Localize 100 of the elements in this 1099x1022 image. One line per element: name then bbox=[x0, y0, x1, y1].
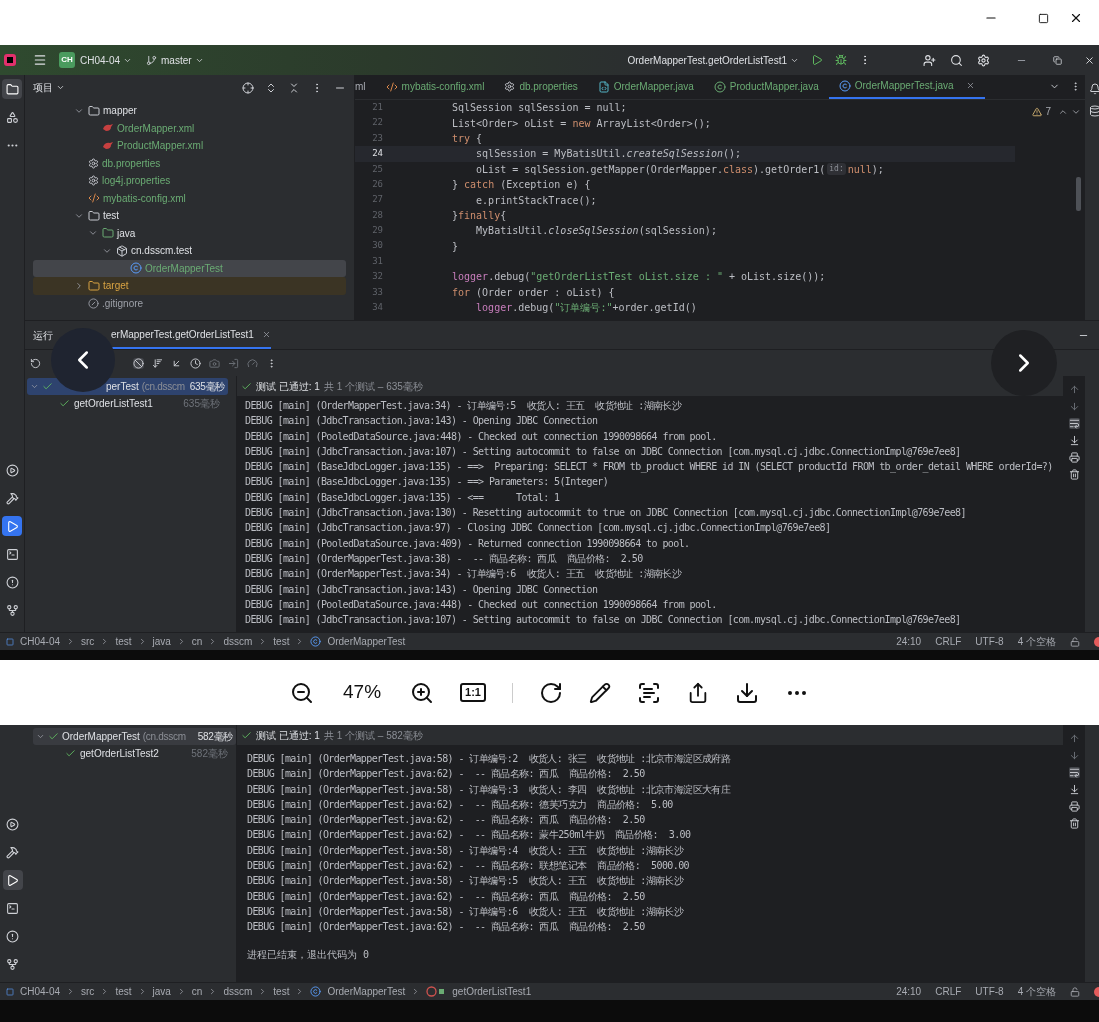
tree-item[interactable]: .gitignore bbox=[33, 294, 346, 312]
warning-icon[interactable] bbox=[1032, 106, 1043, 117]
wrap-icon[interactable] bbox=[1068, 767, 1080, 778]
breadcrumb-link[interactable]: CH04-04 bbox=[20, 634, 61, 649]
test-tree-item[interactable]: OrderMapperTest (cn.dsscm 582毫秒 bbox=[33, 728, 236, 745]
run-icon[interactable] bbox=[2, 516, 22, 536]
scroll-end-icon[interactable] bbox=[1068, 435, 1080, 446]
tree-item[interactable]: log4j.properties bbox=[33, 172, 346, 190]
close-icon[interactable] bbox=[1084, 54, 1095, 66]
wrap-icon[interactable] bbox=[1068, 418, 1080, 429]
chevron-icon[interactable] bbox=[36, 732, 45, 741]
arrow-up-icon[interactable] bbox=[1068, 733, 1080, 744]
scrollbar-thumb[interactable] bbox=[1076, 177, 1081, 211]
lock-icon[interactable] bbox=[1070, 636, 1080, 647]
breadcrumb-link[interactable]: OrderMapperTest bbox=[327, 984, 406, 999]
editor-tab[interactable]: mybatis-config.xml bbox=[375, 75, 495, 99]
breadcrumb-link[interactable]: test bbox=[273, 984, 290, 999]
status-item[interactable]: UTF-8 bbox=[975, 984, 1004, 999]
restore-icon[interactable] bbox=[1053, 55, 1062, 65]
tree-item[interactable]: test bbox=[33, 207, 346, 225]
actual-size-button[interactable]: 1:1 bbox=[460, 683, 486, 702]
settings-icon[interactable] bbox=[977, 53, 990, 67]
lock-icon[interactable] bbox=[1070, 986, 1080, 997]
zoom-in-icon[interactable] bbox=[410, 680, 435, 705]
tree-item[interactable]: db.properties bbox=[33, 154, 346, 172]
run-icon[interactable] bbox=[2, 870, 23, 890]
tree-item[interactable]: ProductMapper.xml bbox=[33, 137, 346, 155]
expand-icon[interactable] bbox=[265, 81, 277, 94]
breadcrumb-link[interactable]: dsscm bbox=[223, 984, 253, 999]
breadcrumb-link[interactable]: CH04-04 bbox=[20, 984, 61, 999]
editor-tab[interactable]: OrderMapper.java bbox=[587, 75, 704, 99]
project-selector[interactable]: CH04-04 bbox=[80, 52, 121, 68]
export-icon[interactable] bbox=[228, 357, 239, 369]
text-scan-icon[interactable] bbox=[636, 680, 661, 705]
status-item[interactable]: 24:10 bbox=[896, 984, 922, 999]
breadcrumb-link[interactable]: src bbox=[81, 634, 95, 649]
editor-tab[interactable]: ProductMapper.java bbox=[703, 75, 829, 99]
editor-tab[interactable]: db.properties bbox=[494, 75, 588, 99]
rotate-icon[interactable] bbox=[538, 680, 563, 705]
zoom-out-icon[interactable] bbox=[290, 680, 315, 705]
panel-title[interactable]: 项目 bbox=[33, 80, 53, 95]
breadcrumb-link[interactable]: java bbox=[152, 984, 171, 999]
status-item[interactable]: 4 个空格 bbox=[1017, 634, 1056, 649]
chevron-icon[interactable] bbox=[74, 280, 84, 291]
gauge-icon[interactable] bbox=[247, 357, 258, 369]
stop-icon[interactable] bbox=[133, 357, 144, 369]
search-icon[interactable] bbox=[950, 53, 963, 67]
close-icon[interactable] bbox=[1069, 11, 1083, 25]
breadcrumb-link[interactable]: test bbox=[115, 984, 132, 999]
editor-tab[interactable]: OrderMapperTest.java bbox=[828, 75, 985, 99]
tree-item[interactable]: target bbox=[33, 277, 346, 295]
download-icon[interactable] bbox=[734, 680, 759, 705]
debug-icon[interactable] bbox=[835, 54, 847, 66]
breadcrumb-link[interactable]: test bbox=[115, 634, 132, 649]
tree-item[interactable]: OrderMapper.xml bbox=[33, 119, 346, 137]
run-tab[interactable]: erMapperTest.getOrderListTest1 bbox=[111, 326, 254, 342]
breadcrumb-link[interactable]: test bbox=[273, 634, 290, 649]
breadcrumb-link[interactable]: java bbox=[152, 634, 171, 649]
tree-item[interactable]: OrderMapperTest bbox=[33, 259, 346, 277]
rerun-icon[interactable] bbox=[30, 357, 41, 369]
arrow-down-icon[interactable] bbox=[1068, 750, 1080, 761]
database-icon[interactable] bbox=[1089, 105, 1099, 117]
breadcrumb-link[interactable]: dsscm bbox=[223, 634, 253, 649]
status-item[interactable]: CRLF bbox=[935, 634, 962, 649]
history-icon[interactable] bbox=[190, 357, 201, 369]
branch-selector[interactable]: master bbox=[161, 52, 192, 68]
editor-tab[interactable]: ml bbox=[355, 75, 376, 99]
breadcrumb-link[interactable]: cn bbox=[191, 984, 203, 999]
user-add-icon[interactable] bbox=[923, 53, 936, 67]
breadcrumb-link[interactable]: cn bbox=[191, 634, 203, 649]
status-item[interactable]: CRLF bbox=[935, 984, 962, 999]
sort-icon[interactable] bbox=[152, 357, 163, 369]
breadcrumb-link[interactable]: OrderMapperTest bbox=[327, 634, 406, 649]
folder-icon[interactable] bbox=[2, 79, 22, 99]
trash-icon[interactable] bbox=[1068, 469, 1080, 480]
menu-icon[interactable] bbox=[33, 53, 47, 67]
run-config-selector[interactable]: OrderMapperTest.getOrderListTest1 bbox=[627, 52, 787, 68]
print-icon[interactable] bbox=[1068, 452, 1080, 463]
status-item[interactable]: UTF-8 bbox=[975, 634, 1004, 649]
tree-item[interactable]: mapper bbox=[33, 102, 346, 120]
bell-icon[interactable] bbox=[1089, 83, 1099, 95]
status-item[interactable]: 24:10 bbox=[896, 634, 922, 649]
tree-item[interactable]: mybatis-config.xml bbox=[33, 189, 346, 207]
status-item[interactable]: 4 个空格 bbox=[1017, 984, 1056, 999]
scroll-end-icon[interactable] bbox=[1068, 784, 1080, 795]
test-tree-item[interactable]: getOrderListTest1 635毫秒 bbox=[27, 395, 228, 412]
edit-icon[interactable] bbox=[588, 681, 611, 704]
breadcrumb-link[interactable]: getOrderListTest1 bbox=[452, 984, 532, 999]
trash-icon[interactable] bbox=[1068, 818, 1080, 829]
arrow-up-icon[interactable] bbox=[1068, 384, 1080, 395]
run-icon[interactable] bbox=[811, 54, 823, 66]
collapse-icon[interactable] bbox=[288, 81, 300, 94]
locate-icon[interactable] bbox=[242, 81, 254, 94]
tree-item[interactable]: java bbox=[33, 224, 346, 242]
test-tree-item[interactable]: getOrderListTest2 582毫秒 bbox=[33, 745, 236, 762]
breadcrumb-link[interactable]: src bbox=[81, 984, 95, 999]
print-icon[interactable] bbox=[1068, 801, 1080, 812]
arrow-down-icon[interactable] bbox=[1068, 401, 1080, 412]
close-tab-icon[interactable] bbox=[965, 81, 975, 90]
chevron-icon[interactable] bbox=[30, 382, 39, 391]
